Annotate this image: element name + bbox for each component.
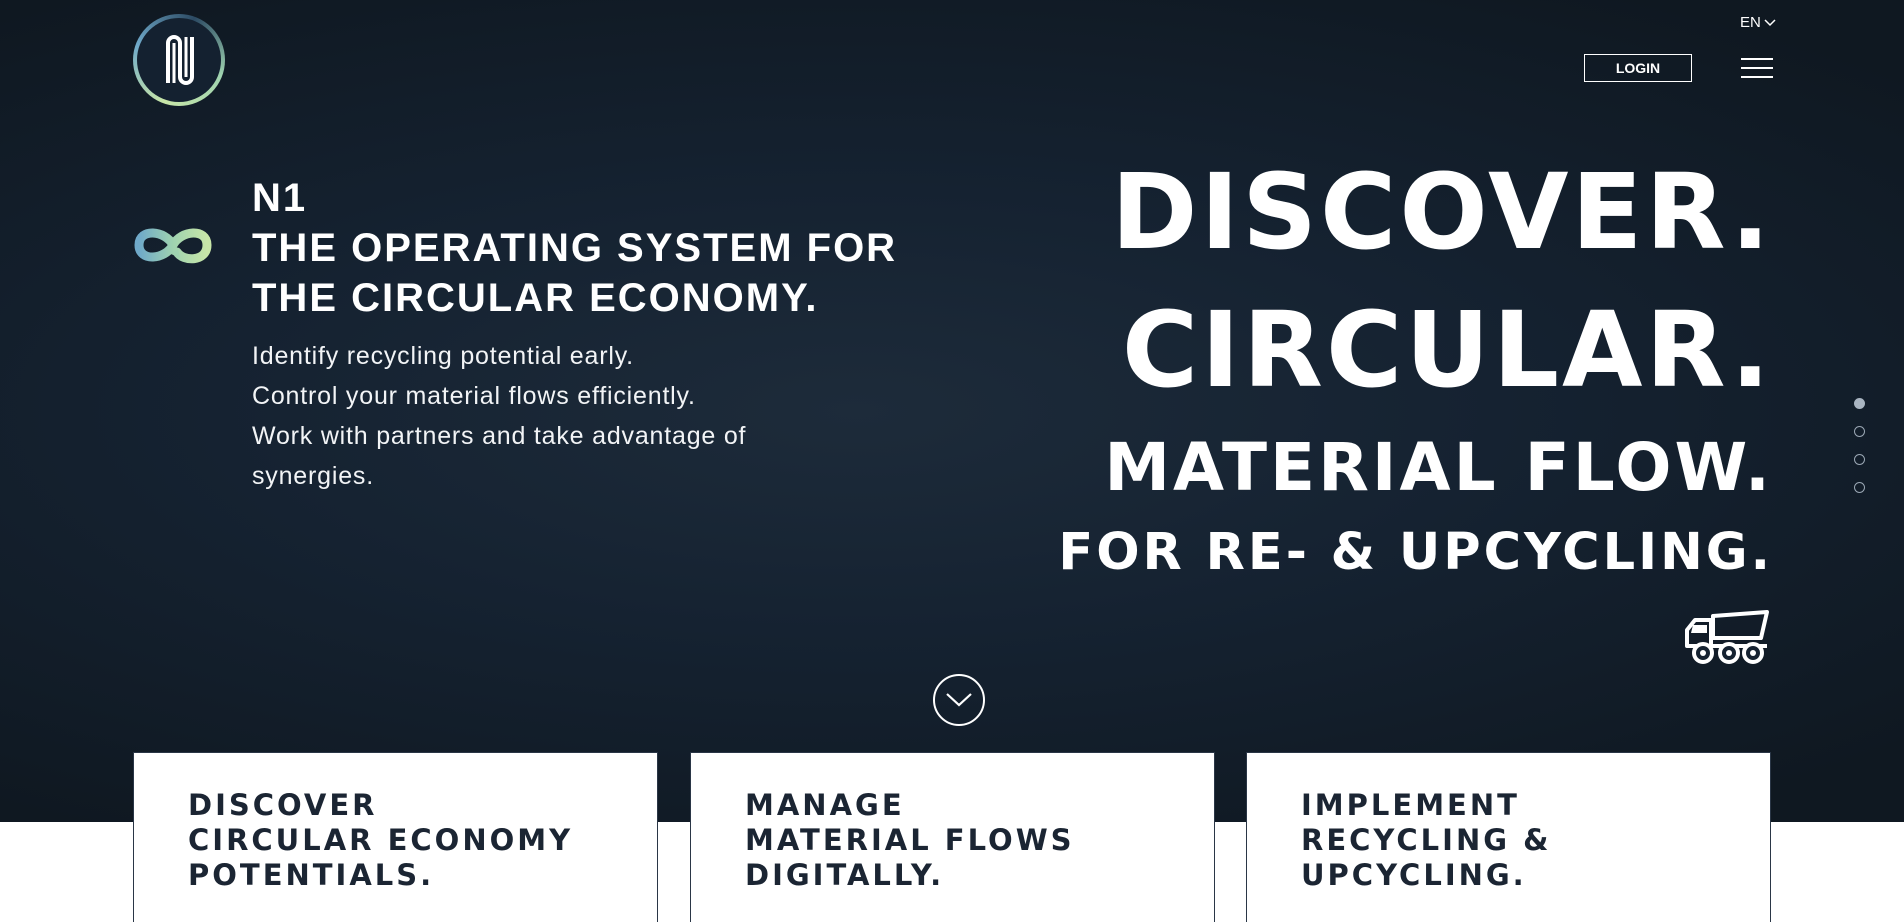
slide-dot-3[interactable] bbox=[1854, 454, 1865, 465]
login-button[interactable]: LOGIN bbox=[1584, 54, 1692, 82]
scroll-down-button[interactable] bbox=[933, 674, 985, 726]
intro-text: Identify recycling potential early. Cont… bbox=[252, 336, 892, 496]
scroll-down-icon bbox=[946, 693, 972, 707]
slide-dot-2[interactable] bbox=[1854, 426, 1865, 437]
hamburger-menu-icon[interactable] bbox=[1741, 57, 1773, 79]
card-title-line: MANAGE bbox=[745, 788, 905, 822]
card-title-line: CIRCULAR ECONOMY bbox=[188, 823, 574, 857]
slide-dot-4[interactable] bbox=[1854, 482, 1865, 493]
dump-truck-icon bbox=[1685, 610, 1769, 664]
card-title: IMPLEMENT RECYCLING & UPCYCLING. bbox=[1301, 788, 1551, 893]
intro-line: Control your material flows efficiently. bbox=[252, 382, 696, 410]
chevron-down-icon bbox=[1764, 18, 1776, 26]
intro-line: Identify recycling potential early. bbox=[252, 342, 634, 370]
feature-card-discover[interactable]: DISCOVER CIRCULAR ECONOMY POTENTIALS. bbox=[133, 752, 658, 922]
product-title: N1 THE OPERATING SYSTEM FOR THE CIRCULAR… bbox=[252, 173, 897, 323]
n1-logo-icon[interactable] bbox=[133, 14, 225, 106]
slide-pagination bbox=[1854, 398, 1865, 510]
card-title: DISCOVER CIRCULAR ECONOMY POTENTIALS. bbox=[188, 788, 573, 893]
hero-section: EN LOGIN N1 THE OPERATING SYSTEM FOR THE… bbox=[0, 0, 1904, 822]
headline-recycling: FOR RE- & UPCYCLING. bbox=[1058, 523, 1773, 582]
language-label: EN bbox=[1740, 14, 1761, 31]
card-title-line: POTENTIALS. bbox=[188, 858, 435, 892]
card-title-line: MATERIAL FLOWS bbox=[745, 823, 1075, 857]
feature-card-implement[interactable]: IMPLEMENT RECYCLING & UPCYCLING. bbox=[1246, 752, 1771, 922]
title-line-3: THE CIRCULAR ECONOMY. bbox=[252, 276, 819, 320]
language-selector[interactable]: EN bbox=[1740, 14, 1776, 31]
card-title-line: IMPLEMENT bbox=[1301, 788, 1520, 822]
headline-material-flow: MATERIAL FLOW. bbox=[1104, 429, 1773, 506]
card-title-line: DISCOVER bbox=[188, 788, 378, 822]
card-title: MANAGE MATERIAL FLOWS DIGITALLY. bbox=[745, 788, 1075, 893]
card-title-line: DIGITALLY. bbox=[745, 858, 945, 892]
slide-dot-1[interactable] bbox=[1854, 398, 1865, 409]
intro-line: Work with partners and take advantage of bbox=[252, 422, 747, 450]
feature-card-manage[interactable]: MANAGE MATERIAL FLOWS DIGITALLY. bbox=[690, 752, 1215, 922]
headline-discover: DISCOVER. bbox=[1111, 151, 1773, 273]
intro-line: synergies. bbox=[252, 462, 374, 490]
card-title-line: RECYCLING & bbox=[1301, 823, 1552, 857]
infinity-icon bbox=[134, 228, 212, 264]
title-line-2: THE OPERATING SYSTEM FOR bbox=[252, 226, 898, 270]
headline-circular: CIRCULAR. bbox=[1121, 289, 1773, 411]
title-line-1: N1 bbox=[252, 176, 308, 220]
card-title-line: UPCYCLING. bbox=[1301, 858, 1527, 892]
